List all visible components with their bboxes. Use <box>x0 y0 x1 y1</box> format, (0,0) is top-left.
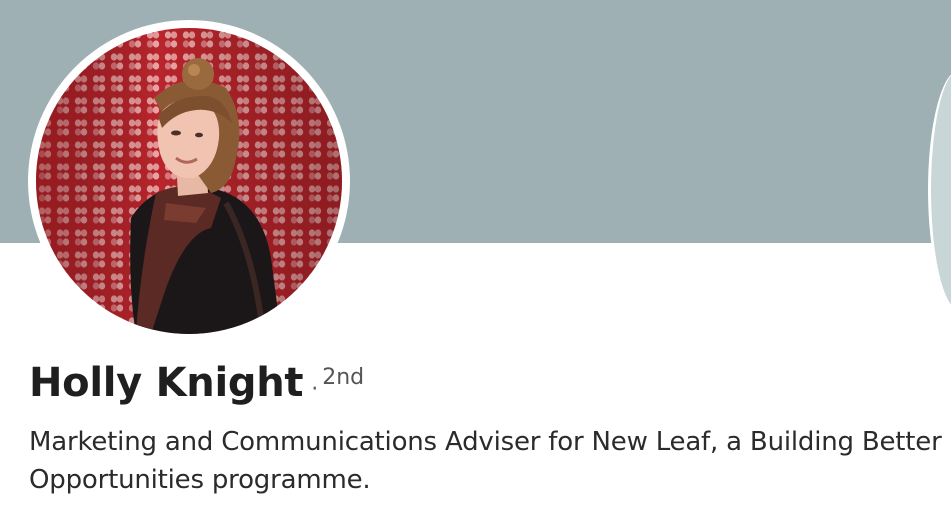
avatar[interactable] <box>36 28 342 334</box>
name-line: Holly Knight · 2nd <box>29 360 364 406</box>
connection-degree-badge: 2nd <box>322 365 365 390</box>
profile-headline: Marketing and Communications Adviser for… <box>29 427 942 495</box>
profile-card: Holly Knight · 2nd Marketing and Communi… <box>0 0 951 507</box>
profile-photo-image <box>36 28 342 334</box>
avatar-frame <box>28 20 350 342</box>
degree-separator: · <box>311 377 319 402</box>
cover-decoration <box>928 70 951 310</box>
profile-name: Holly Knight <box>29 360 304 406</box>
